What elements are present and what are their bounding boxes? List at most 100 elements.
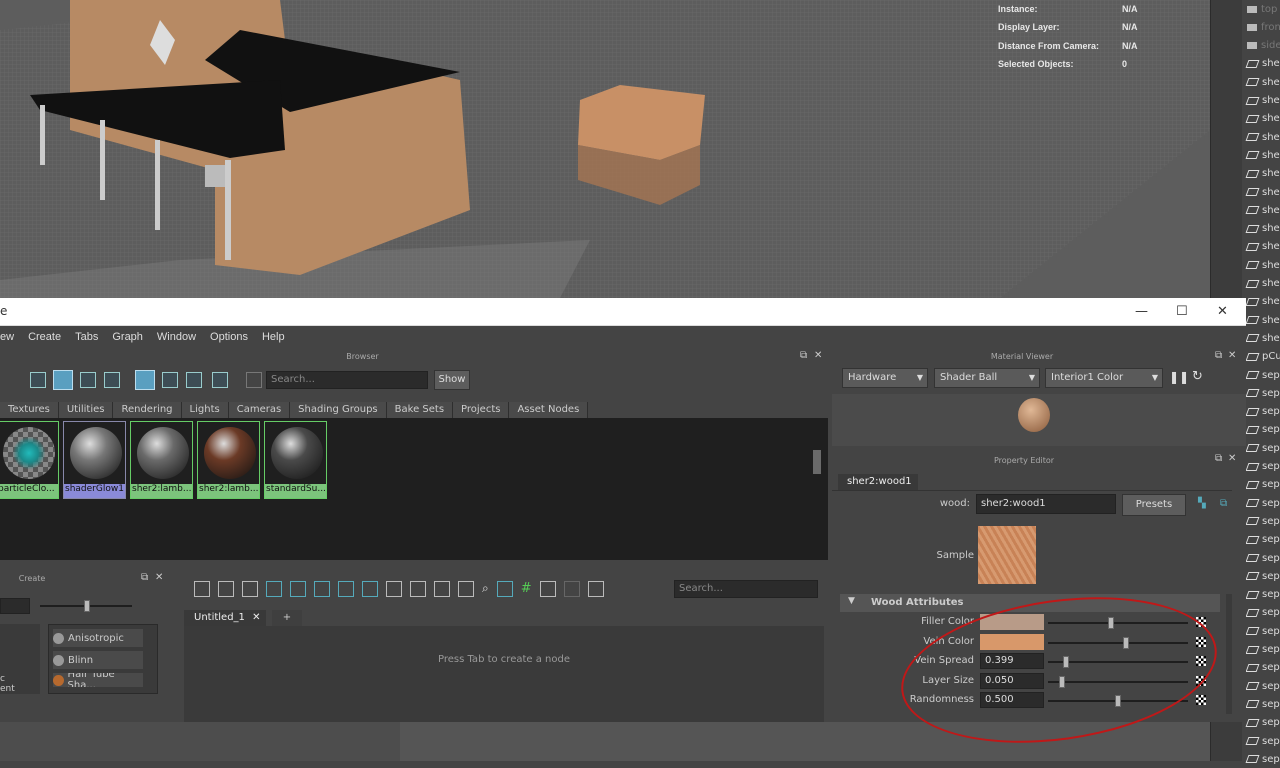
graph-in-out-icon[interactable]: [218, 581, 234, 597]
outliner-item[interactable]: she: [1245, 128, 1280, 146]
outliner-item[interactable]: she: [1245, 92, 1280, 110]
outliner-item[interactable]: sep: [1245, 366, 1280, 384]
map-texture-icon[interactable]: [1196, 695, 1206, 705]
create-node-list[interactable]: Anisotropic Blinn Hair Tube Sha...: [48, 624, 158, 694]
tab-lights[interactable]: Lights: [181, 402, 229, 418]
outliner-item[interactable]: sep: [1245, 586, 1280, 604]
menu-item-edit[interactable]: ew: [0, 331, 14, 343]
attribute-slider[interactable]: [1048, 622, 1188, 624]
menu-item-options[interactable]: Options: [210, 331, 248, 343]
outliner-item[interactable]: sep: [1245, 531, 1280, 549]
material-swatch[interactable]: sher2:lamb...: [130, 421, 193, 499]
grid-icon[interactable]: #: [521, 581, 532, 597]
material-swatch[interactable]: particleClo...: [0, 421, 59, 499]
map-texture-icon[interactable]: [1196, 675, 1206, 686]
outliner-item[interactable]: she: [1245, 329, 1280, 347]
close-tab-icon[interactable]: ✕: [252, 612, 260, 623]
outliner-item[interactable]: she: [1245, 146, 1280, 164]
outliner-item[interactable]: she: [1245, 311, 1280, 329]
material-swatch[interactable]: shaderGlow1: [63, 421, 126, 499]
outliner-item[interactable]: sep: [1245, 604, 1280, 622]
outliner-item[interactable]: sep: [1245, 494, 1280, 512]
float-icon[interactable]: ⧉: [141, 572, 148, 583]
refresh-icon[interactable]: ↻: [1192, 369, 1203, 384]
attribute-slider[interactable]: [1048, 661, 1188, 663]
float-icon[interactable]: ⧉: [800, 350, 807, 361]
slider-knob[interactable]: [1115, 695, 1121, 707]
outliner-item[interactable]: sep: [1245, 439, 1280, 457]
outliner-item[interactable]: she: [1245, 256, 1280, 274]
presets-button[interactable]: Presets: [1122, 494, 1186, 516]
connected-mode-icon[interactable]: [410, 581, 426, 597]
graph-output-icon[interactable]: [242, 581, 258, 597]
outliner-item[interactable]: sep: [1245, 512, 1280, 530]
tab-utilities[interactable]: Utilities: [58, 402, 114, 418]
close-icon[interactable]: ✕: [1217, 304, 1228, 319]
pin-icon[interactable]: [587, 581, 604, 597]
outliner-item[interactable]: she: [1245, 238, 1280, 256]
close-panel-icon[interactable]: ✕: [1228, 350, 1236, 361]
outliner-item[interactable]: sep: [1245, 659, 1280, 677]
simple-mode-icon[interactable]: [386, 581, 402, 597]
tab-shading-groups[interactable]: Shading Groups: [290, 402, 387, 418]
outliner-item[interactable]: sep: [1245, 403, 1280, 421]
tab-projects[interactable]: Projects: [453, 402, 510, 418]
input-output-icon[interactable]: ▚: [1198, 498, 1206, 509]
search-icon[interactable]: ⌕: [482, 581, 489, 597]
tab-textures[interactable]: Textures: [0, 402, 59, 418]
outliner-item[interactable]: sep: [1245, 622, 1280, 640]
property-scrollbar[interactable]: [1226, 594, 1232, 714]
sort-type-icon[interactable]: [162, 372, 178, 388]
value-field[interactable]: 0.399: [980, 653, 1044, 669]
layout-icon[interactable]: [362, 581, 378, 597]
float-icon[interactable]: ⧉: [1215, 350, 1222, 361]
rearrange-icon[interactable]: [338, 581, 354, 597]
outliner-item[interactable]: sep: [1245, 384, 1280, 402]
add-tab-button[interactable]: +: [272, 610, 302, 626]
frame-icon[interactable]: [496, 581, 513, 597]
node-graph-canvas[interactable]: Press Tab to create a node: [184, 626, 824, 722]
slider-knob[interactable]: [84, 600, 90, 612]
node-search-input[interactable]: Search...: [674, 580, 818, 598]
tab-untitled[interactable]: Untitled_1 ✕: [184, 610, 266, 626]
remove-from-graph-icon[interactable]: [314, 581, 330, 597]
snap-icon[interactable]: [539, 581, 556, 597]
map-texture-icon[interactable]: [1196, 656, 1206, 666]
hypershade-titlebar[interactable]: e — ☐ ✕: [0, 298, 1246, 326]
slider-knob[interactable]: [1123, 636, 1130, 649]
tab-asset-nodes[interactable]: Asset Nodes: [509, 402, 589, 418]
close-panel-icon[interactable]: ✕: [155, 572, 163, 583]
full-mode-icon[interactable]: [434, 581, 450, 597]
value-field[interactable]: 0.500: [980, 692, 1044, 708]
menu-item-window[interactable]: Window: [157, 331, 196, 343]
map-texture-icon[interactable]: [1196, 617, 1206, 627]
outliner-item[interactable]: sep: [1245, 567, 1280, 585]
sort-time-icon[interactable]: [186, 372, 202, 388]
list-item[interactable]: Anisotropic: [53, 629, 143, 647]
outliner-item[interactable]: sep: [1245, 421, 1280, 439]
renderer-dropdown[interactable]: Hardware: [842, 368, 928, 388]
outliner-item[interactable]: she: [1245, 73, 1280, 91]
material-swatch[interactable]: sher2:lamb...: [197, 421, 260, 499]
section-header[interactable]: ▼ Wood Attributes: [840, 594, 1220, 612]
outliner-item[interactable]: she: [1245, 55, 1280, 73]
create-category-list[interactable]: c ent: [0, 624, 40, 694]
slider-knob[interactable]: [1062, 656, 1069, 668]
menu-item-graph[interactable]: Graph: [112, 331, 143, 343]
list-item[interactable]: Blinn: [53, 651, 143, 669]
menu-item-tabs[interactable]: Tabs: [75, 331, 98, 343]
outliner-item[interactable]: she: [1245, 275, 1280, 293]
add-to-graph-icon[interactable]: [290, 581, 306, 597]
browser-search-input[interactable]: Search...: [266, 371, 428, 389]
tab-rendering[interactable]: Rendering: [113, 402, 182, 418]
sort-name-icon[interactable]: [135, 370, 155, 390]
close-panel-icon[interactable]: ✕: [1228, 453, 1236, 464]
outliner-item[interactable]: sep: [1245, 695, 1280, 713]
outliner-item[interactable]: sep: [1245, 677, 1280, 695]
minimize-icon[interactable]: —: [1135, 304, 1148, 319]
tab-bake-sets[interactable]: Bake Sets: [386, 402, 454, 418]
outliner-item[interactable]: she: [1245, 165, 1280, 183]
menu-item-create[interactable]: Create: [28, 331, 61, 343]
outliner-item[interactable]: she: [1245, 201, 1280, 219]
list-item[interactable]: Hair Tube Sha...: [53, 673, 143, 687]
